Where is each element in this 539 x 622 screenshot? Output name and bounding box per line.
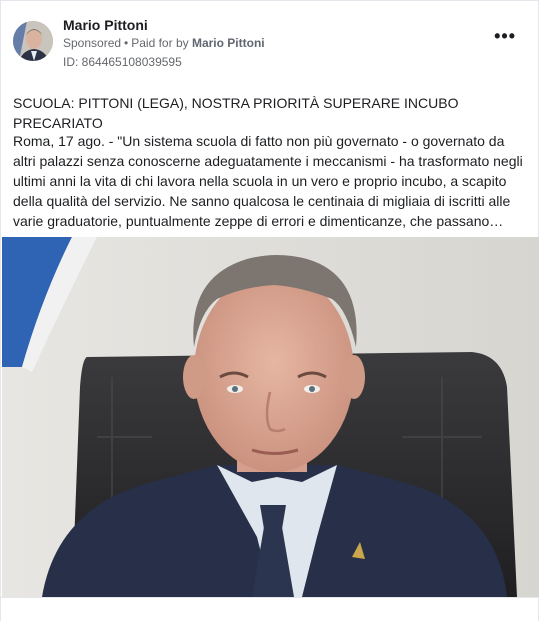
more-options-icon[interactable]: •••	[494, 27, 516, 45]
post-footer	[1, 597, 538, 622]
post-body-text: Roma, 17 ago. - "Un sistema scuola di fa…	[13, 133, 523, 229]
sponsored-post-card: Mario Pittoni Sponsored • Paid for by Mari…	[0, 0, 539, 622]
post-photo[interactable]	[2, 237, 539, 597]
author-avatar[interactable]	[13, 21, 53, 61]
paid-by-name[interactable]: Mario Pittoni	[192, 36, 265, 50]
post-headline: SCUOLA: PITTONI (LEGA), NOSTRA PRIORITÀ …	[13, 95, 459, 131]
sponsored-line: Sponsored • Paid for by Mario Pittoni	[63, 36, 265, 50]
sponsored-label[interactable]: Sponsored	[63, 36, 121, 50]
separator-dot: •	[124, 36, 129, 50]
post-header: Mario Pittoni Sponsored • Paid for by Mari…	[13, 15, 526, 71]
author-name[interactable]: Mario Pittoni	[63, 17, 148, 33]
paid-for-label: Paid for by	[131, 36, 189, 50]
ad-id: ID: 864465108039595	[63, 55, 182, 69]
